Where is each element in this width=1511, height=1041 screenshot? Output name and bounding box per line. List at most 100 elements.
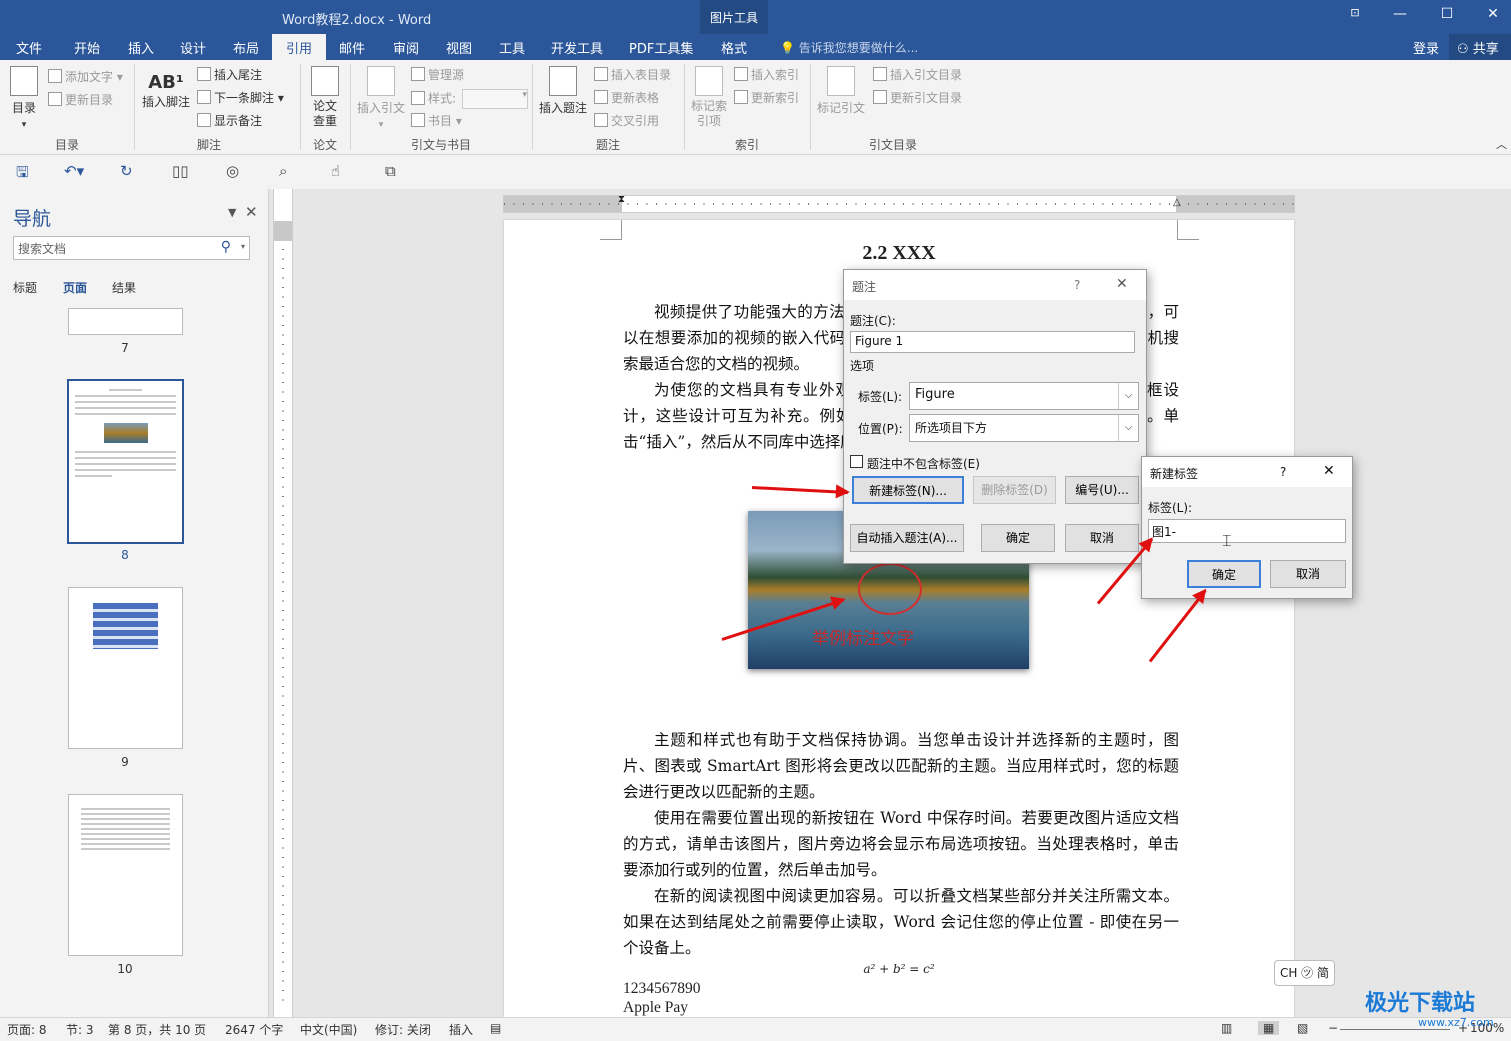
redo-icon[interactable]: ↻ [120,162,133,180]
ok-button[interactable]: 确定 [1187,560,1261,588]
page-thumbnail[interactable] [68,308,183,335]
label-select[interactable]: Figure ⌵ [909,382,1139,410]
horizontal-ruler[interactable]: ⧗ △ [503,194,1295,213]
update-index-button[interactable]: 更新索引 [734,89,799,106]
citation-style-select[interactable]: 样式: ▾ [411,89,529,109]
bibliography-button[interactable]: 书目 ▾ [411,112,462,129]
add-text-button[interactable]: 添加文字 ▾ [48,68,123,85]
insert-toa-button[interactable]: 插入引文目录 [873,66,962,83]
paper-check-button[interactable]: 论文查重 [308,66,342,129]
insert-endnote-button[interactable]: 插入尾注 [197,66,262,83]
search-input[interactable]: 搜索文档 ⚲ ▾ [13,236,250,260]
tab-file[interactable]: 文件 [16,38,42,57]
search-icon[interactable]: ⚲ [221,239,231,255]
close-icon[interactable]: ✕ [1116,276,1128,292]
add-text-label: 添加文字 [65,70,114,84]
tab-tools[interactable]: 工具 [499,38,525,57]
page-thumbnail[interactable] [68,587,183,749]
tab-layout[interactable]: 布局 [233,38,259,57]
numbering-button[interactable]: 编号(U)... [1065,476,1139,504]
ok-button[interactable]: 确定 [981,524,1055,552]
next-footnote-button[interactable]: 下一条脚注 ▾ [197,89,284,106]
close-icon[interactable]: ✕ [1323,463,1335,479]
toc-button[interactable]: 目录 ▾ [8,66,40,130]
read-mode-icon[interactable]: ▯▯ [172,162,189,180]
ribbon-display-icon[interactable]: ⊡ [1340,6,1370,19]
tab-results[interactable]: 结果 [112,279,136,296]
minimize-button[interactable]: — [1385,6,1415,22]
status-page[interactable]: 页面: 8 [7,1021,47,1038]
customize-icon[interactable]: ⧉ [385,162,396,180]
zoom-slider[interactable] [1340,1029,1450,1030]
tab-insert[interactable]: 插入 [128,38,154,57]
share-button[interactable]: ⚇ 共享 [1449,34,1511,60]
web-layout-icon[interactable]: ◎ [226,162,239,180]
collapse-ribbon-icon[interactable]: ︿ [1496,136,1507,152]
insert-footnote-button[interactable]: AB¹ 插入脚注 [141,72,191,110]
status-page-of[interactable]: 第 8 页，共 10 页 [108,1021,206,1038]
tab-pages[interactable]: 页面 [63,279,87,296]
print-preview-icon[interactable]: ⌕ [279,162,287,180]
page-thumbnail[interactable] [68,794,183,956]
tab-format[interactable]: 格式 [721,38,747,57]
update-toa-button[interactable]: 更新引文目录 [873,89,962,106]
status-language[interactable]: 中文(中国) [300,1021,357,1038]
mark-entry-button[interactable]: 标记索引项 [690,66,728,129]
update-table-button[interactable]: 更新表格 [594,89,659,106]
zoom-out-icon[interactable]: − [1328,1021,1338,1035]
cross-reference-button[interactable]: 交叉引用 [594,112,659,129]
mark-citation-button[interactable]: 标记引文 [816,66,866,116]
status-section[interactable]: 节: 3 [66,1021,94,1038]
undo-icon[interactable]: ↶▾ [64,162,84,180]
mark-citation-label: 标记引文 [816,101,865,115]
read-mode-icon[interactable]: ▥ [1221,1021,1232,1035]
insert-citation-button[interactable]: 插入引文 ▾ [356,66,406,130]
cancel-button[interactable]: 取消 [1065,524,1139,552]
maximize-button[interactable]: ☐ [1432,6,1462,22]
cancel-button[interactable]: 取消 [1270,560,1346,588]
tab-headings[interactable]: 标题 [13,279,37,296]
caption-input[interactable]: Figure 1 [850,331,1135,353]
manage-sources-button[interactable]: 管理源 [411,66,464,83]
exclude-label-checkbox[interactable] [850,455,863,468]
login-link[interactable]: 登录 [1413,38,1439,57]
help-icon[interactable]: ? [1074,278,1080,292]
update-toc-button[interactable]: 更新目录 [48,91,113,108]
tab-references[interactable]: 引用 [272,34,326,60]
delete-label-button[interactable]: 删除标签(D) [973,476,1056,504]
status-insert-mode[interactable]: 插入 [449,1021,473,1038]
vertical-ruler[interactable] [273,189,293,1017]
tab-view[interactable]: 视图 [446,38,472,57]
ime-indicator[interactable]: CH ㋡ 简 [1274,960,1335,986]
insert-index-button[interactable]: 插入索引 [734,66,799,83]
position-select[interactable]: 所选项目下方 ⌵ [909,414,1139,442]
insert-caption-button[interactable]: 插入题注 [538,66,588,116]
insert-table-of-figures-button[interactable]: 插入表目录 [594,66,671,83]
page-thumbnail-selected[interactable] [67,379,184,544]
tab-mailings[interactable]: 邮件 [339,38,365,57]
tab-review[interactable]: 审阅 [393,38,419,57]
status-revisions[interactable]: 修订: 关闭 [375,1021,431,1038]
save-icon[interactable]: 🖫 [16,162,29,187]
label-input[interactable]: 图1- [1148,519,1346,543]
tab-design[interactable]: 设计 [180,38,206,57]
touch-mode-icon[interactable]: ☝ [331,162,340,180]
autocaption-button[interactable]: 自动插入题注(A)... [850,524,964,552]
right-indent-icon[interactable]: △ [1173,197,1181,208]
macro-icon[interactable]: ▤ [490,1021,501,1035]
show-notes-button[interactable]: 显示备注 [197,112,262,129]
tab-home[interactable]: 开始 [74,38,100,57]
indent-marker-icon[interactable]: ⧗ [618,194,625,205]
nav-options-icon[interactable]: ▼ [228,206,236,219]
print-layout-icon[interactable]: ▦ [1258,1021,1280,1035]
chevron-down-icon[interactable]: ▾ [241,242,245,251]
close-button[interactable]: ✕ [1478,6,1508,22]
web-layout-icon[interactable]: ▧ [1297,1021,1308,1035]
status-word-count[interactable]: 2647 个字 [225,1021,283,1038]
tab-pdf-tools[interactable]: PDF工具集 [629,38,693,57]
help-icon[interactable]: ? [1280,465,1286,479]
tell-me-search[interactable]: 💡 告诉我您想要做什么... [780,39,918,56]
new-label-button[interactable]: 新建标签(N)... [852,476,964,504]
tab-developer[interactable]: 开发工具 [551,38,603,57]
close-icon[interactable]: ✕ [245,203,258,221]
